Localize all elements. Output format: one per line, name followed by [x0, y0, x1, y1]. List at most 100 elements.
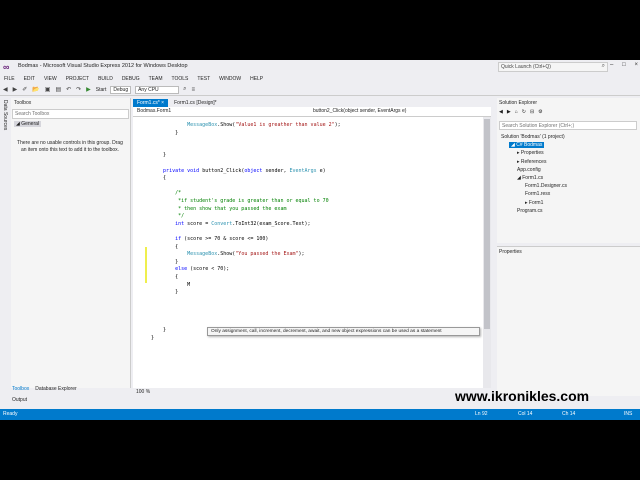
toolbox-group-general[interactable]: ◢ General — [14, 121, 42, 127]
start-button[interactable]: Start — [96, 87, 107, 93]
visual-studio-logo-icon: ∞ — [3, 62, 10, 72]
menu-view[interactable]: VIEW — [44, 76, 57, 82]
data-sources-tab-label: Data Sources — [2, 100, 8, 131]
class-selector-dropdown[interactable]: Bodmas.Form1 — [137, 108, 171, 114]
menu-help[interactable]: HELP — [250, 76, 263, 82]
data-sources-tab[interactable]: Data Sources — [0, 98, 10, 158]
code-line[interactable]: * then show that you passed the exam — [151, 206, 286, 212]
solution-tree-item[interactable]: ▸ References — [517, 159, 546, 165]
collapse-all-icon[interactable]: ⊟ — [530, 109, 534, 118]
quick-launch-placeholder: Quick Launch (Ctrl+Q) — [501, 64, 551, 70]
save-icon[interactable]: ▣ — [45, 86, 51, 93]
solution-tree-item[interactable]: ◢ C# Bodmas — [509, 142, 545, 149]
menu-test[interactable]: TEST — [197, 76, 210, 82]
back-icon[interactable]: ◀ — [3, 86, 8, 93]
find-icon[interactable]: ⌕ — [183, 86, 186, 93]
toolbox-search-input[interactable]: Search Toolbox — [12, 109, 129, 119]
menu-file[interactable]: FILE — [4, 76, 15, 82]
comment-icon[interactable]: ≡ — [191, 87, 195, 93]
code-line[interactable]: else (score < 70); — [151, 266, 229, 272]
code-line[interactable]: MessageBox.Show("Value1 is greather than… — [151, 122, 341, 128]
solution-tree-item[interactable]: ▸ Properties — [517, 150, 544, 156]
new-project-icon[interactable]: ✐ — [22, 86, 27, 93]
menu-window[interactable]: WINDOW — [219, 76, 241, 82]
properties-icon[interactable]: ⚙ — [538, 109, 542, 118]
menu-team[interactable]: TEAM — [149, 76, 163, 82]
menu-edit[interactable]: EDIT — [24, 76, 35, 82]
solution-explorer-title: Solution Explorer — [499, 100, 538, 106]
redo-icon[interactable]: ↷ — [76, 86, 81, 93]
properties-panel: Properties — [497, 246, 640, 396]
editor-zoom-bar: 100 % — [133, 388, 491, 396]
left-bottom-tabs: Toolbox Database Explorer — [12, 386, 131, 394]
code-line[interactable]: } — [151, 335, 154, 341]
code-line[interactable]: /* — [151, 190, 181, 196]
solution-explorer-toolbar: ◀ ▶ ⌂ ↻ ⊟ ⚙ — [499, 109, 638, 118]
code-line[interactable]: int score = Convert.ToInt32(exam_Score.T… — [151, 221, 310, 227]
code-line[interactable]: { — [151, 244, 178, 250]
status-insert-mode: INS — [624, 411, 633, 417]
code-line[interactable]: { — [151, 175, 166, 181]
status-line: Ln 92 — [475, 411, 488, 417]
menu-build[interactable]: BUILD — [98, 76, 113, 82]
tab-output[interactable]: Output — [12, 397, 27, 403]
maximize-button[interactable]: □ — [622, 62, 626, 72]
close-button[interactable]: × — [634, 62, 638, 72]
save-all-icon[interactable]: ▤ — [55, 86, 61, 93]
tab-form1-cs[interactable]: Form1.cs* × — [133, 99, 169, 107]
code-line[interactable]: } — [151, 152, 166, 158]
solution-tree-item[interactable]: ▸ Form1 — [525, 200, 543, 206]
zoom-level-dropdown[interactable]: 100 % — [136, 389, 150, 395]
home-icon[interactable]: ⌂ — [515, 109, 518, 118]
code-line[interactable]: *if student's grade is greater than or e… — [151, 198, 329, 204]
solution-tree-item[interactable]: Solution 'Bodmas' (1 project) — [501, 134, 565, 140]
tab-form1-design[interactable]: Form1.cs [Design]* — [170, 99, 221, 107]
menu-tools[interactable]: TOOLS — [171, 76, 188, 82]
navigation-bar: Bodmas.Form1 button2_Click(object sender… — [133, 107, 491, 117]
solution-tree-item[interactable]: ◢ Form1.cs — [517, 175, 543, 181]
quick-launch-input[interactable]: Quick Launch (Ctrl+Q) ⌕ — [498, 62, 608, 72]
back-icon[interactable]: ◀ — [499, 109, 503, 118]
solution-explorer-search-input[interactable]: Search Solution Explorer (Ctrl+;) — [499, 121, 637, 130]
code-line[interactable]: } — [151, 289, 178, 295]
tab-toolbox[interactable]: Toolbox — [12, 386, 29, 394]
platform-dropdown[interactable]: Any CPU — [135, 85, 180, 94]
minimize-button[interactable]: – — [610, 62, 613, 72]
start-icon[interactable]: ▶ — [86, 86, 91, 93]
solution-explorer-panel: Solution Explorer ◀ ▶ ⌂ ↻ ⊟ ⚙ Search Sol… — [497, 98, 640, 243]
status-column: Col 14 — [518, 411, 533, 417]
solution-tree-item[interactable]: Form1.Designer.cs — [525, 183, 567, 189]
window-title: Bodmas - Microsoft Visual Studio Express… — [18, 63, 188, 69]
member-selector-dropdown[interactable]: button2_Click(object sender, EventArgs e… — [313, 108, 406, 114]
standard-toolbar: ◀ ▶ ✐ 📂 ▣ ▤ ↶ ↷ ▶ Start Debug Any CPU ⌕ … — [0, 84, 640, 96]
code-line[interactable]: { — [151, 274, 178, 280]
code-line[interactable]: */ — [151, 213, 184, 219]
solution-tree-item[interactable]: Form1.resx — [525, 191, 550, 197]
status-bar: Ready Ln 92 Col 14 Ch 14 INS — [0, 409, 640, 420]
toolbox-title: Toolbox — [14, 100, 32, 106]
configuration-dropdown[interactable]: Debug — [110, 85, 132, 94]
open-file-icon[interactable]: 📂 — [32, 86, 39, 93]
forward-icon[interactable]: ▶ — [507, 109, 511, 118]
code-line[interactable]: } — [151, 130, 178, 136]
undo-icon[interactable]: ↶ — [66, 86, 71, 93]
error-tooltip: Only assignment, call, increment, decrem… — [207, 327, 480, 336]
menu-project[interactable]: PROJECT — [66, 76, 89, 82]
forward-icon[interactable]: ▶ — [13, 86, 18, 93]
code-line[interactable]: } — [151, 327, 166, 333]
code-line[interactable]: MessageBox.Show("You passed the Exam"); — [151, 251, 304, 257]
scrollbar-thumb[interactable] — [484, 119, 490, 329]
menu-debug[interactable]: DEBUG — [122, 76, 140, 82]
solution-tree-item[interactable]: Program.cs — [517, 208, 543, 214]
menu-bar: FILE EDIT VIEW PROJECT BUILD DEBUG TEAM … — [0, 74, 640, 83]
properties-title: Properties — [499, 249, 522, 255]
refresh-icon[interactable]: ↻ — [522, 109, 526, 118]
solution-tree-item[interactable]: App.config — [517, 167, 541, 173]
code-line[interactable]: if (score >= 70 & score <= 100) — [151, 236, 268, 242]
tab-database-explorer[interactable]: Database Explorer — [35, 386, 76, 394]
code-line[interactable]: M — [151, 282, 190, 288]
code-line[interactable]: private void button2_Click(object sender… — [151, 168, 326, 174]
code-line[interactable]: } — [151, 259, 178, 265]
code-editor[interactable]: MessageBox.Show("Value1 is greather than… — [133, 117, 483, 388]
editor-vertical-scrollbar[interactable] — [483, 117, 491, 388]
